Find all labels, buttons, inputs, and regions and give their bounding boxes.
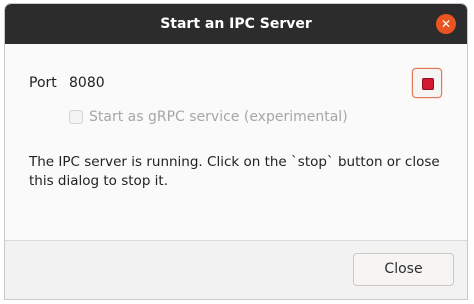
window-close-icon[interactable]: ✕	[436, 14, 456, 34]
stop-icon	[422, 78, 434, 90]
title-bar[interactable]: Start an IPC Server ✕	[5, 4, 467, 44]
status-message: The IPC server is running. Click on the …	[29, 154, 440, 189]
dialog-content: Port 8080 Start as gRPC service (experim…	[5, 44, 467, 240]
close-button[interactable]: Close	[353, 253, 454, 286]
grpc-checkbox[interactable]	[69, 110, 83, 124]
ipc-server-dialog: Start an IPC Server ✕ Port 8080 Start as…	[4, 3, 468, 300]
dialog-footer: Close	[5, 240, 467, 299]
dialog-title: Start an IPC Server	[160, 16, 312, 32]
port-value: 8080	[69, 75, 105, 91]
stop-server-button[interactable]	[412, 68, 442, 98]
grpc-checkbox-label: Start as gRPC service (experimental)	[89, 109, 348, 125]
port-label: Port	[29, 75, 57, 91]
